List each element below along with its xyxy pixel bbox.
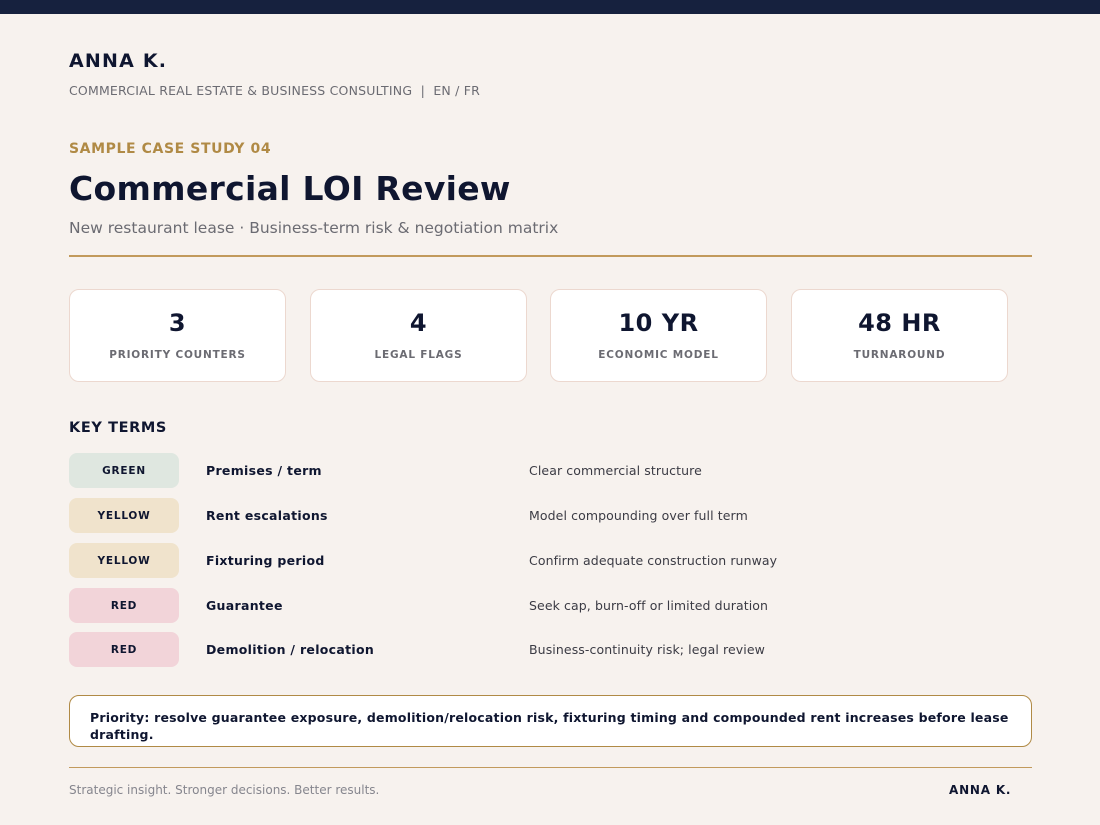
page-title: Commercial LOI Review [69,169,511,208]
term-name: Demolition / relocation [206,642,375,657]
stat-card-turnaround: 48 HR TURNAROUND [791,289,1008,382]
brand-tagline: COMMERCIAL REAL ESTATE & BUSINESS CONSUL… [69,83,481,98]
top-bar [0,0,1100,14]
stat-card-economic-model: 10 YR ECONOMIC MODEL [550,289,767,382]
term-name: Rent escalations [206,508,328,523]
header-divider [69,255,1032,257]
term-row-premises: GREEN Premises / term Clear commercial s… [69,453,1032,488]
case-study-label: SAMPLE CASE STUDY 04 [69,141,272,157]
term-note: Seek cap, burn-off or limited duration [529,598,769,613]
footer-divider [69,767,1032,768]
page-subtitle: New restaurant lease · Business-term ris… [69,219,559,237]
term-row-demolition-relocation: RED Demolition / relocation Business-con… [69,632,1032,667]
term-name: Premises / term [206,463,322,478]
stat-label: ECONOMIC MODEL [598,349,719,361]
stat-value: 3 [168,309,187,337]
term-row-fixturing-period: YELLOW Fixturing period Confirm adequate… [69,543,1032,578]
key-terms-heading: KEY TERMS [69,420,167,436]
footer-brand: ANNA K. [949,783,1012,797]
term-note: Clear commercial structure [529,463,702,478]
stat-value: 4 [409,309,428,337]
brand-name: ANNA K. [69,50,168,72]
stat-value: 10 YR [618,309,699,337]
status-badge: GREEN [69,453,179,488]
status-badge: RED [69,588,179,623]
stat-label: TURNAROUND [853,349,946,361]
term-row-rent-escalations: YELLOW Rent escalations Model compoundin… [69,498,1032,533]
term-name: Fixturing period [206,553,325,568]
term-note: Model compounding over full term [529,508,748,523]
term-note: Business-continuity risk; legal review [529,642,765,657]
priority-callout: Priority: resolve guarantee exposure, de… [69,695,1032,747]
term-name: Guarantee [206,598,283,613]
stat-label: LEGAL FLAGS [374,349,463,361]
term-row-guarantee: RED Guarantee Seek cap, burn-off or limi… [69,588,1032,623]
term-note: Confirm adequate construction runway [529,553,778,568]
status-badge: YELLOW [69,498,179,533]
stat-value: 48 HR [858,309,941,337]
stat-card-priority-counters: 3 PRIORITY COUNTERS [69,289,286,382]
status-badge: YELLOW [69,543,179,578]
stat-label: PRIORITY COUNTERS [109,349,246,361]
footer-tagline: Strategic insight. Stronger decisions. B… [69,783,380,797]
stat-card-legal-flags: 4 LEGAL FLAGS [310,289,527,382]
status-badge: RED [69,632,179,667]
